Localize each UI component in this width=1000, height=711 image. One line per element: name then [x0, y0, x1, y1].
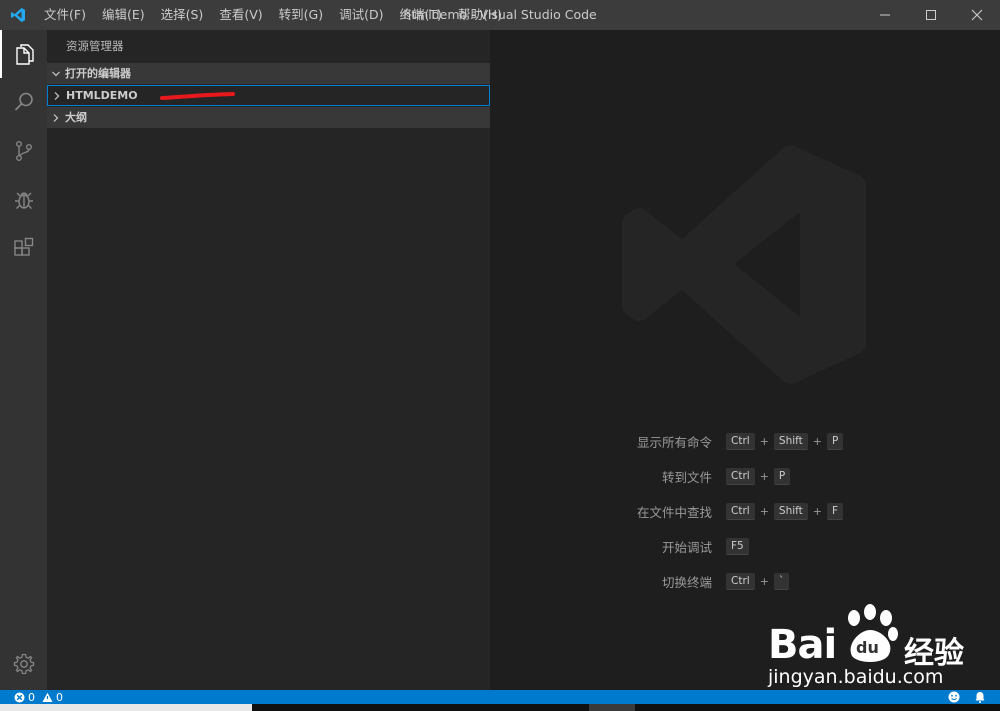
plus-sign: + — [759, 574, 769, 588]
shortcut-row: 在文件中查找 Ctrl + Shift + F — [490, 501, 1000, 521]
chevron-right-icon — [48, 91, 66, 101]
vscode-logo-icon — [0, 0, 36, 30]
shortcut-row: 显示所有命令 Ctrl + Shift + P — [490, 431, 1000, 451]
vscode-watermark-logo-icon — [622, 145, 866, 384]
key: P — [827, 432, 844, 450]
error-icon — [14, 692, 25, 702]
key: Shift — [773, 432, 808, 450]
open-editors-label: 打开的编辑器 — [65, 67, 131, 80]
key: P — [773, 467, 791, 485]
shortcut-label: 显示所有命令 — [636, 434, 712, 450]
folder-section[interactable]: HTMLDEMO — [47, 85, 490, 106]
key: Shift — [773, 502, 808, 520]
key: Ctrl — [726, 502, 755, 520]
shortcut-label: 转到文件 — [661, 469, 712, 485]
menu-view[interactable]: 查看(V) — [211, 0, 270, 30]
taskbar-search-area[interactable] — [0, 704, 252, 711]
menu-bar: 文件(F) 编辑(E) 选择(S) 查看(V) 转到(G) 调试(D) 终端(T… — [36, 0, 510, 30]
plus-sign: + — [812, 504, 822, 518]
gear-icon[interactable] — [0, 640, 47, 688]
baidu-jingyan-watermark: Bai du 经验 jingyan.baidu.com — [768, 602, 1000, 690]
outline-label: 大纲 — [65, 111, 87, 124]
chevron-down-icon — [47, 69, 65, 79]
notifications-bell-icon[interactable] — [974, 691, 986, 703]
title-bar: 文件(F) 编辑(E) 选择(S) 查看(V) 转到(G) 调试(D) 终端(T… — [0, 0, 1000, 30]
warning-icon — [42, 692, 53, 702]
watermark-paw-text: du — [856, 638, 879, 657]
shortcut-row: 转到文件 Ctrl + P — [490, 466, 1000, 486]
explorer-title: 资源管理器 — [66, 39, 124, 53]
watermark-url: jingyan.baidu.com — [768, 666, 944, 688]
key: Ctrl — [726, 572, 755, 590]
chevron-right-icon — [47, 113, 65, 123]
key: Ctrl — [726, 432, 755, 450]
shortcut-row: 切换终端 Ctrl + ` — [490, 571, 1000, 591]
minimize-icon — [880, 14, 890, 16]
window-controls — [862, 0, 1000, 30]
key: F5 — [726, 537, 749, 555]
menu-file[interactable]: 文件(F) — [36, 0, 94, 30]
plus-sign: + — [759, 434, 769, 448]
close-button[interactable] — [954, 0, 1000, 30]
watermark-brand-left: Bai — [768, 622, 837, 668]
explorer-sidebar: 资源管理器 打开的编辑器 HTMLDEMO 大纲 — [47, 30, 490, 690]
plus-sign: + — [759, 469, 769, 483]
shortcut-label: 在文件中查找 — [636, 504, 712, 520]
problems-indicator[interactable]: 0 0 — [0, 691, 63, 704]
key: F — [827, 502, 844, 520]
outline-section[interactable]: 大纲 — [47, 107, 490, 128]
error-count: 0 — [28, 690, 35, 704]
taskbar-active-app[interactable] — [589, 704, 635, 711]
shortcut-row: 开始调试 F5 — [490, 536, 1000, 556]
maximize-icon — [926, 10, 936, 20]
warning-count: 0 — [56, 690, 63, 704]
shortcut-label: 切换终端 — [661, 574, 712, 590]
folder-label: HTMLDEMO — [66, 89, 138, 102]
red-annotation-mark — [159, 91, 235, 100]
plus-sign: + — [812, 434, 822, 448]
activity-bar — [0, 30, 47, 690]
status-bar: 0 0 — [0, 690, 1000, 704]
menu-selection[interactable]: 选择(S) — [153, 0, 212, 30]
menu-terminal[interactable]: 终端(T) — [391, 0, 449, 30]
open-editors-section[interactable]: 打开的编辑器 — [47, 63, 490, 84]
extensions-icon[interactable] — [0, 225, 47, 273]
plus-sign: + — [759, 504, 769, 518]
minimize-button[interactable] — [862, 0, 908, 30]
source-control-icon[interactable] — [0, 127, 47, 175]
key: Ctrl — [726, 467, 755, 485]
menu-debug[interactable]: 调试(D) — [331, 0, 391, 30]
close-icon — [971, 9, 983, 21]
key: ` — [773, 572, 790, 590]
search-icon[interactable] — [0, 78, 47, 126]
shortcut-label: 开始调试 — [661, 539, 712, 555]
debug-icon[interactable] — [0, 176, 47, 224]
feedback-smiley-icon[interactable] — [948, 691, 960, 703]
taskbar-strip — [0, 704, 1000, 711]
maximize-button[interactable] — [908, 0, 954, 30]
menu-help[interactable]: 帮助(H) — [450, 0, 510, 30]
files-icon[interactable] — [0, 30, 47, 78]
menu-edit[interactable]: 编辑(E) — [94, 0, 153, 30]
menu-go[interactable]: 转到(G) — [271, 0, 331, 30]
editor-area: 显示所有命令 Ctrl + Shift + P 转到文件 Ctrl + P 在文… — [490, 30, 1000, 690]
